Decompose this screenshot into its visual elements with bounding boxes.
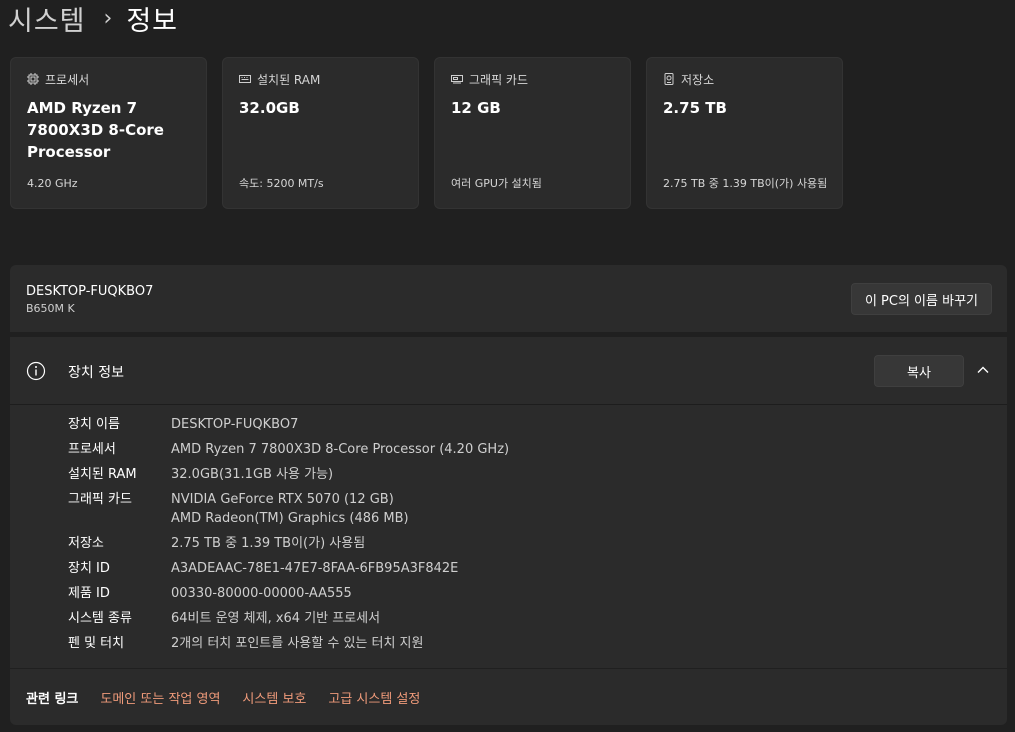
spec-row: 설치된 RAM 32.0GB(31.1GB 사용 가능): [68, 465, 509, 484]
spec-value[interactable]: NVIDIA GeForce RTX 5070 (12 GB) AMD Rade…: [171, 490, 409, 528]
spec-row: 프로세서 AMD Ryzen 7 7800X3D 8-Core Processo…: [68, 440, 509, 459]
spec-key: 펜 및 터치: [68, 636, 125, 651]
spec-row: 시스템 종류 64비트 운영 체제, x64 기반 프로세서: [68, 609, 509, 628]
storage-icon: [663, 73, 675, 85]
spec-key: 그래픽 카드: [68, 492, 132, 507]
gpu-card: 그래픽 카드 12 GB 여러 GPU가 설치됨: [434, 57, 631, 209]
spec-value[interactable]: 32.0GB(31.1GB 사용 가능): [171, 465, 333, 484]
spec-row: 장치 이름 DESKTOP-FUQKBO7: [68, 415, 509, 434]
spec-key: 저장소: [68, 536, 104, 551]
info-icon: [26, 361, 46, 381]
spec-value[interactable]: 64비트 운영 체제, x64 기반 프로세서: [171, 609, 380, 628]
device-model: B650M K: [26, 302, 75, 315]
card-value: 32.0GB: [239, 99, 300, 117]
copy-button[interactable]: 복사: [874, 355, 964, 387]
gpu-line-2: AMD Radeon(TM) Graphics (486 MB): [171, 511, 409, 526]
chevron-up-icon[interactable]: [976, 363, 990, 377]
spec-row: 그래픽 카드 NVIDIA GeForce RTX 5070 (12 GB) A…: [68, 490, 509, 528]
breadcrumb: 시스템 › 정보: [8, 0, 179, 38]
card-title: 그래픽 카드: [469, 72, 529, 87]
card-sub: 속도: 5200 MT/s: [239, 177, 324, 190]
spec-list: 장치 이름 DESKTOP-FUQKBO7 프로세서 AMD Ryzen 7 7…: [68, 415, 509, 659]
spec-value[interactable]: 00330-80000-00000-AA555: [171, 584, 352, 603]
ram-card: 설치된 RAM 32.0GB 속도: 5200 MT/s: [222, 57, 419, 209]
spec-row: 장치 ID A3ADEAAC-78E1-47E7-8FAA-6FB95A3F84…: [68, 559, 509, 578]
card-sub: 여러 GPU가 설치됨: [451, 177, 542, 190]
gpu-line-1: NVIDIA GeForce RTX 5070 (12 GB): [171, 492, 394, 507]
card-value: AMD Ryzen 7 7800X3D 8-Core Processor: [27, 99, 164, 161]
card-sub: 2.75 TB 중 1.39 TB이(가) 사용됨: [663, 177, 828, 190]
device-specifications-panel: 장치 정보 복사 장치 이름 DESKTOP-FUQKBO7 프로세서 AMD …: [10, 337, 1007, 668]
spec-row: 저장소 2.75 TB 중 1.39 TB이(가) 사용됨: [68, 534, 509, 553]
related-links-label: 관련 링크: [26, 691, 79, 707]
spec-value[interactable]: 2.75 TB 중 1.39 TB이(가) 사용됨: [171, 534, 365, 553]
domain-workgroup-link[interactable]: 도메인 또는 작업 영역: [100, 688, 220, 707]
processor-card: 프로세서 AMD Ryzen 7 7800X3D 8-Core Processo…: [10, 57, 207, 209]
card-value: 2.75 TB: [663, 99, 727, 117]
related-links: 관련 링크 도메인 또는 작업 영역 시스템 보호 고급 시스템 설정: [10, 669, 1007, 725]
spec-key: 프로세서: [68, 442, 116, 457]
card-title: 설치된 RAM: [257, 72, 321, 87]
spec-key: 제품 ID: [68, 586, 110, 601]
card-title: 저장소: [681, 72, 715, 87]
spec-key: 장치 ID: [68, 561, 110, 576]
spec-key: 장치 이름: [68, 417, 120, 432]
card-value: 12 GB: [451, 99, 501, 117]
settings-page: 시스템 › 정보 프로세서 AMD Ryzen 7 7800X3D 8-Core…: [0, 0, 1015, 732]
advanced-system-settings-link[interactable]: 고급 시스템 설정: [328, 688, 420, 707]
device-name-section: DESKTOP-FUQKBO7 B650M K 이 PC의 이름 바꾸기: [10, 265, 1007, 332]
ram-icon: [239, 73, 251, 85]
spec-value[interactable]: A3ADEAAC-78E1-47E7-8FAA-6FB95A3F842E: [171, 559, 458, 578]
spec-key: 설치된 RAM: [68, 467, 137, 482]
spec-row: 펜 및 터치 2개의 터치 포인트를 사용할 수 있는 터치 지원: [68, 634, 509, 653]
gpu-icon: [451, 73, 463, 85]
spec-value[interactable]: AMD Ryzen 7 7800X3D 8-Core Processor (4.…: [171, 440, 509, 459]
spec-value[interactable]: DESKTOP-FUQKBO7: [171, 415, 298, 434]
card-title: 프로세서: [45, 72, 90, 87]
breadcrumb-system[interactable]: 시스템: [8, 0, 86, 38]
storage-card: 저장소 2.75 TB 2.75 TB 중 1.39 TB이(가) 사용됨: [646, 57, 843, 209]
spec-header[interactable]: 장치 정보 복사: [10, 337, 1007, 405]
spec-key: 시스템 종류: [68, 611, 132, 626]
system-protection-link[interactable]: 시스템 보호: [242, 688, 306, 707]
spec-title: 장치 정보: [68, 365, 124, 381]
rename-pc-button[interactable]: 이 PC의 이름 바꾸기: [850, 283, 992, 315]
breadcrumb-separator: ›: [103, 5, 113, 31]
card-sub: 4.20 GHz: [27, 177, 78, 190]
page-title: 정보: [126, 5, 179, 37]
spec-value[interactable]: 2개의 터치 포인트를 사용할 수 있는 터치 지원: [171, 634, 423, 653]
cpu-icon: [27, 73, 39, 85]
device-name: DESKTOP-FUQKBO7: [26, 284, 154, 299]
spec-row: 제품 ID 00330-80000-00000-AA555: [68, 584, 509, 603]
